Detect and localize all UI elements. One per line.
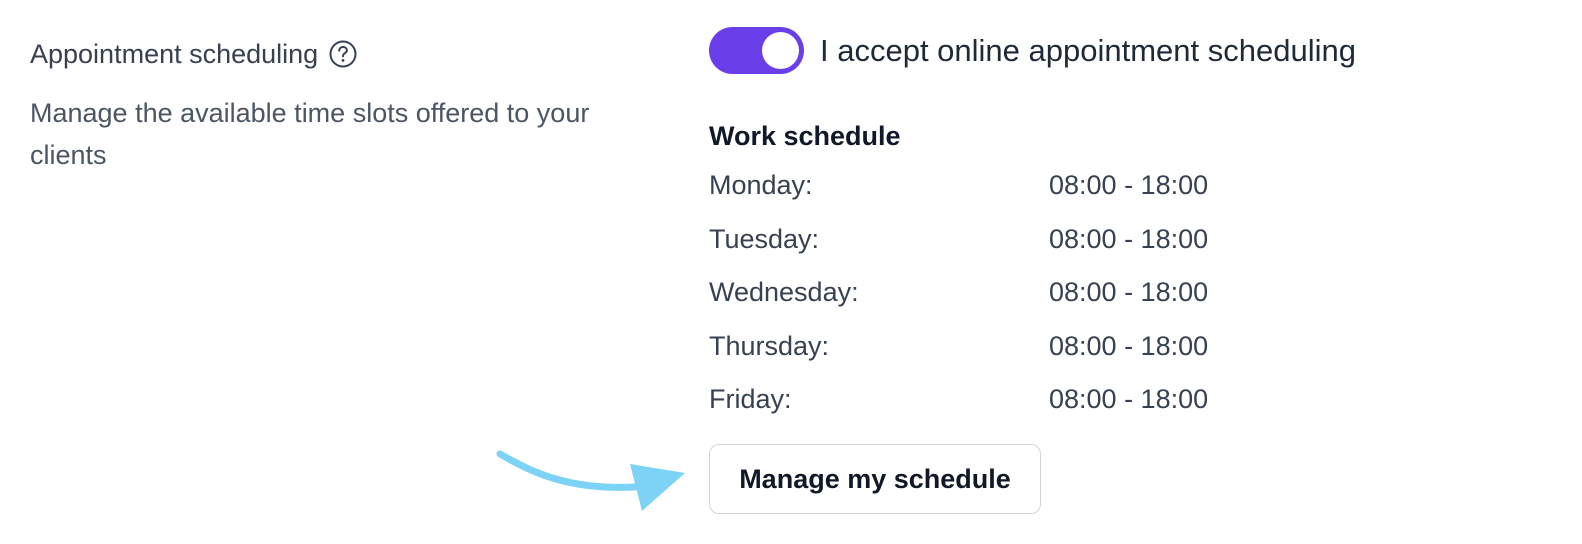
schedule-day: Monday: xyxy=(709,170,813,200)
manage-schedule-button[interactable]: Manage my schedule xyxy=(709,444,1041,514)
work-schedule-list: Monday: 08:00 - 18:00 Tuesday: 08:00 - 1… xyxy=(709,166,1289,434)
schedule-hours: 08:00 - 18:00 xyxy=(1049,170,1209,200)
schedule-day: Tuesday: xyxy=(709,223,820,254)
schedule-hours: 08:00 - 18:00 xyxy=(1049,223,1209,254)
schedule-row: Monday: 08:00 - 18:00 xyxy=(709,166,1289,220)
schedule-row: Friday: 08:00 - 18:00 xyxy=(709,380,1289,434)
schedule-day: Friday: xyxy=(709,384,792,414)
schedule-row: Thursday: 08:00 - 18:00 xyxy=(709,327,1289,381)
section-title: Appointment scheduling xyxy=(30,39,319,69)
toggle-label[interactable]: I accept online appointment scheduling xyxy=(820,27,1356,74)
schedule-hours: 08:00 - 18:00 xyxy=(1049,330,1209,361)
question-circle-icon[interactable] xyxy=(328,39,358,69)
work-schedule-heading: Work schedule xyxy=(709,121,901,151)
schedule-hours: 08:00 - 18:00 xyxy=(1049,277,1209,307)
online-scheduling-toggle-row: I accept online appointment scheduling xyxy=(709,27,1356,74)
schedule-row: Tuesday: 08:00 - 18:00 xyxy=(709,220,1289,274)
section-header: Appointment scheduling xyxy=(30,36,358,72)
curved-arrow-icon xyxy=(496,450,685,511)
toggle-knob xyxy=(762,32,799,69)
schedule-row: Wednesday: 08:00 - 18:00 xyxy=(709,273,1289,327)
schedule-hours: 08:00 - 18:00 xyxy=(1049,384,1209,414)
appointment-settings-panel: Appointment scheduling Manage the availa… xyxy=(0,0,1582,544)
schedule-day: Wednesday: xyxy=(709,277,859,307)
online-scheduling-toggle[interactable] xyxy=(709,27,804,74)
schedule-day: Thursday: xyxy=(709,330,830,361)
section-description: Manage the available time slots offered … xyxy=(30,98,590,170)
